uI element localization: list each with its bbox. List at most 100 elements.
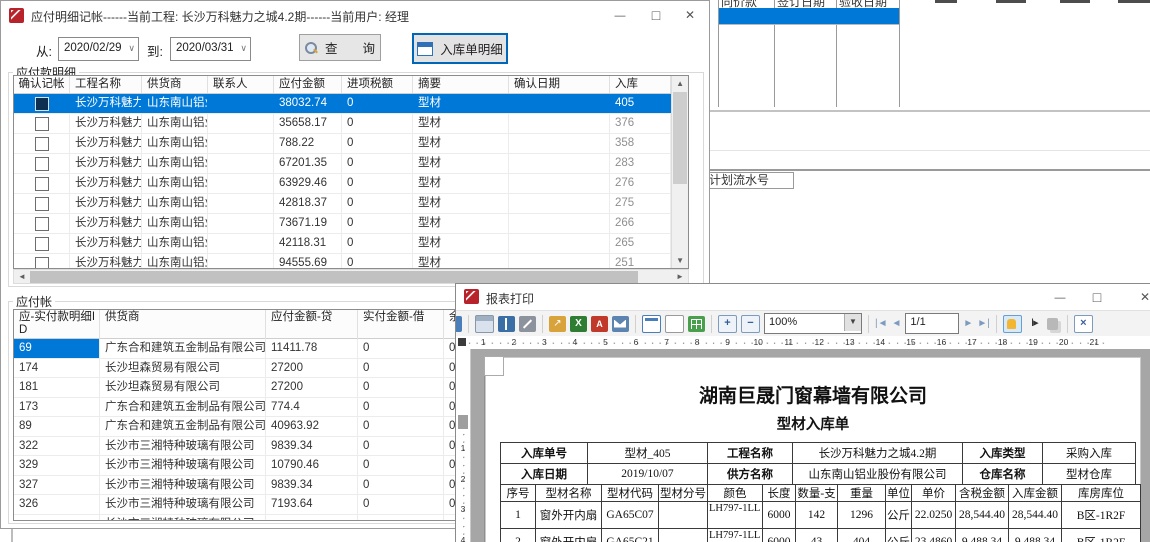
table-row[interactable]: 长沙万科魅力... 山东南山铝业... 73671.19 0 型材 266 xyxy=(14,214,671,234)
query-button[interactable]: 查 询 xyxy=(299,34,381,61)
code-cell: GA65C07 xyxy=(602,502,659,529)
zoom-level-select[interactable]: 100% xyxy=(764,313,862,334)
scroll-up-icon[interactable] xyxy=(672,76,688,91)
zoom-in-icon[interactable] xyxy=(718,315,737,333)
chevron-down-icon[interactable] xyxy=(128,38,135,58)
tax-cell: 0 xyxy=(342,254,413,268)
close-preview-button[interactable] xyxy=(1074,315,1093,333)
page-setup-icon[interactable] xyxy=(642,315,661,333)
scrollbar-thumb[interactable] xyxy=(673,92,687,184)
export-excel-icon[interactable] xyxy=(570,316,587,332)
report-preview-area[interactable]: 123456 湖南巨晟门窗幕墙有限公司 型材入库单 入库单号 型材_405 工程… xyxy=(456,349,1150,542)
table-row[interactable]: 长沙万科魅力... 山东南山铝业... 94555.69 0 型材 251 xyxy=(14,254,671,268)
prev-page-button[interactable]: ◄ xyxy=(892,316,902,332)
col-header[interactable]: 摘要 xyxy=(413,76,509,93)
maximize-icon[interactable] xyxy=(639,1,673,29)
col-header[interactable]: 供货商 xyxy=(142,76,208,93)
settings-tools-icon[interactable] xyxy=(519,316,536,332)
confirm-checkbox[interactable] xyxy=(35,137,49,151)
title-bar[interactable]: 报表打印 xyxy=(456,284,1150,310)
copy-button[interactable] xyxy=(1047,318,1058,330)
inbound-detail-button[interactable]: 入库单明细 xyxy=(412,33,508,64)
page-corner-marker xyxy=(484,356,504,376)
table-row[interactable]: 长沙万科魅力... 山东南山铝业... 67201.35 0 型材 283 xyxy=(14,154,671,174)
confirm-checkbox[interactable] xyxy=(35,117,49,131)
col-header: 重量 xyxy=(838,485,886,502)
report-detail-table: 序号 型材名称 型材代码 型材分号 颜色 长度 数量-支 重量 单位 单价 含税… xyxy=(500,484,1141,542)
table-row[interactable]: 长沙万科魅力... 山东南山铝业... 42118.31 0 型材 265 xyxy=(14,234,671,254)
hand-tool-button[interactable] xyxy=(1003,315,1022,333)
scroll-down-icon[interactable] xyxy=(672,253,688,268)
confirm-checkbox[interactable] xyxy=(35,97,49,111)
maximize-icon[interactable] xyxy=(1080,284,1114,310)
subcode-cell xyxy=(659,502,708,529)
export-pdf-icon[interactable] xyxy=(591,316,608,332)
plan-serial-field[interactable]: 计划流水号 xyxy=(706,172,794,189)
col-header[interactable]: 实付金额-借 xyxy=(358,310,444,339)
export-icon[interactable] xyxy=(549,316,566,332)
confirm-checkbox[interactable] xyxy=(35,197,49,211)
scroll-right-icon[interactable] xyxy=(672,270,688,283)
minimize-icon[interactable] xyxy=(1043,284,1077,310)
col-header[interactable]: 应付金额-贷 xyxy=(266,310,358,339)
next-page-button[interactable]: ► xyxy=(963,316,973,332)
price-cell: 23.4860 xyxy=(912,529,956,542)
confirm-checkbox[interactable] xyxy=(35,157,49,171)
supplier-cell: 长沙市三湘特种玻璃有限公司 xyxy=(100,437,266,456)
scroll-left-icon[interactable] xyxy=(14,270,30,283)
col-header[interactable]: 进项税额 xyxy=(342,76,413,93)
close-icon[interactable] xyxy=(673,1,707,29)
col-header[interactable]: 应付金额 xyxy=(274,76,342,93)
to-date-combo[interactable]: 2020/03/31 xyxy=(170,37,251,61)
table-row[interactable]: 长沙万科魅力... 山东南山铝业... 35658.17 0 型材 376 xyxy=(14,114,671,134)
id-cell: 173 xyxy=(14,398,100,417)
title-bar[interactable]: 应付明细记帐------当前工程: 长沙万科魅力之城4.2期------当前用户… xyxy=(1,1,709,30)
confirm-checkbox[interactable] xyxy=(35,177,49,191)
ruler-number: 4 xyxy=(456,525,470,542)
minimize-icon[interactable] xyxy=(603,1,637,29)
confirm-checkbox[interactable] xyxy=(35,237,49,251)
ruler-number: 4 xyxy=(560,336,591,348)
col-header[interactable]: 入库 xyxy=(610,76,671,93)
multi-page-icon[interactable] xyxy=(688,316,705,332)
scrollbar-thumb[interactable] xyxy=(30,271,638,283)
table-row[interactable]: 长沙万科魅力... 山东南山铝业... 63929.46 0 型材 276 xyxy=(14,174,671,194)
last-page-button[interactable]: ►| xyxy=(977,316,990,332)
preview-book-icon[interactable] xyxy=(498,316,515,332)
close-icon[interactable] xyxy=(1128,284,1150,310)
chevron-down-icon[interactable] xyxy=(844,314,861,331)
contact-cell xyxy=(208,94,274,113)
first-page-button[interactable]: |◄ xyxy=(875,316,888,332)
page-number-input[interactable]: 1/1 xyxy=(905,313,959,334)
vertical-scrollbar[interactable] xyxy=(671,76,688,268)
supplier-cell: 山东南山铝业... xyxy=(142,174,208,193)
tax-amount-cell: 9,488.34 xyxy=(956,529,1009,542)
chevron-down-icon[interactable] xyxy=(240,38,247,58)
confirm-checkbox[interactable] xyxy=(35,257,49,268)
zoom-out-icon[interactable] xyxy=(741,315,760,333)
col-header[interactable]: 应-实付款明细ID xyxy=(14,310,100,339)
from-date-combo[interactable]: 2020/02/29 xyxy=(58,37,139,61)
col-header[interactable]: 确认记帐 xyxy=(14,76,70,93)
background-table-row[interactable] xyxy=(719,8,899,25)
print-icon[interactable] xyxy=(475,315,494,333)
table-row[interactable]: 长沙万科魅力... 山东南山铝业... 42818.37 0 型材 275 xyxy=(14,194,671,214)
report-detail-header-row: 序号 型材名称 型材代码 型材分号 颜色 长度 数量-支 重量 单位 单价 含税… xyxy=(501,485,1141,502)
export-mail-icon[interactable] xyxy=(612,316,629,332)
id-cell xyxy=(14,515,100,522)
info-value: 山东南山铝业股份有限公司 xyxy=(793,464,963,485)
ruler-number: 6 xyxy=(621,336,652,348)
supplier-cell: 山东南山铝业... xyxy=(142,254,208,268)
col-header[interactable]: 供货商 xyxy=(100,310,266,339)
col-header[interactable]: 联系人 xyxy=(208,76,274,93)
col-header[interactable]: 确认日期 xyxy=(509,76,610,93)
confirm-checkbox[interactable] xyxy=(35,217,49,231)
text-select-tool-button[interactable] xyxy=(1026,316,1043,332)
single-page-icon[interactable] xyxy=(665,315,684,333)
horizontal-scrollbar[interactable] xyxy=(13,269,689,284)
confirm-date-cell xyxy=(509,174,610,193)
table-row[interactable]: 长沙万科魅力... 山东南山铝业... 788.22 0 型材 358 xyxy=(14,134,671,154)
col-header[interactable]: 工程名称 xyxy=(70,76,142,93)
design-icon[interactable] xyxy=(456,316,462,332)
table-row[interactable]: 长沙万科魅力... 山东南山铝业... 38032.74 0 型材 405 xyxy=(14,94,671,114)
